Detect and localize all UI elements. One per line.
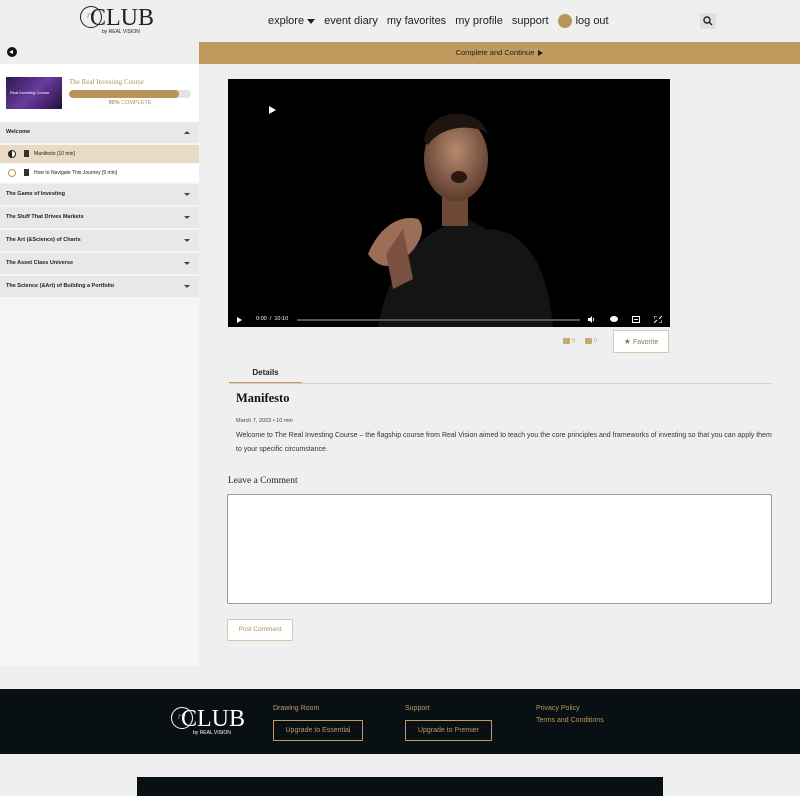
search-button[interactable] (700, 13, 716, 29)
nav-event-diary[interactable]: event diary (324, 15, 378, 27)
video-time: 0:00 / 10:10 (256, 316, 289, 322)
video-player[interactable]: 0:00 / 10:10 (228, 79, 670, 327)
nav-my-favorites[interactable]: my favorites (387, 15, 446, 27)
chevron-up-icon (184, 131, 190, 134)
chevron-down-icon (184, 193, 190, 196)
lesson-how-to-navigate[interactable]: How to Navigate This Journey [9 min] (0, 164, 199, 182)
club-logo[interactable]: rv CLUB by REAL VISION (80, 5, 154, 36)
section-welcome[interactable]: Welcome (0, 122, 199, 144)
nav-my-profile[interactable]: my profile (455, 15, 503, 27)
subtitles-icon[interactable] (632, 316, 640, 323)
footer-link-support[interactable]: Support (405, 705, 430, 712)
search-icon (703, 16, 713, 26)
lesson-meta: March 7, 2023 • 10 min (236, 418, 293, 424)
chevron-down-icon (184, 216, 190, 219)
play-icon[interactable] (237, 317, 242, 323)
progress-label: 90% COMPLETE (108, 100, 152, 106)
star-icon: ★ (623, 337, 631, 346)
video-controls: 0:00 / 10:10 (228, 313, 670, 327)
footer-link-terms[interactable]: Terms and Conditions (536, 717, 604, 724)
chevron-down-icon (184, 239, 190, 242)
course-title: The Real Investing Course (69, 78, 144, 86)
document-icon (24, 169, 29, 176)
section-asset-class-universe[interactable]: The Asset Class Universe (0, 253, 199, 275)
lesson-title: Manifesto (236, 391, 290, 405)
dislike-button[interactable]: 0 (585, 338, 597, 345)
big-play-icon[interactable] (269, 106, 276, 114)
back-arrow-icon[interactable] (7, 47, 17, 57)
video-seek-bar[interactable] (297, 319, 580, 321)
footer-logo[interactable]: rv CLUB by REAL VISION (171, 706, 245, 737)
document-icon (24, 150, 29, 157)
section-building-a-portfolio[interactable]: The Science (&Art) of Building a Portfol… (0, 276, 199, 298)
captions-bubble-icon[interactable] (610, 316, 618, 323)
section-game-of-investing[interactable]: The Game of Investing (0, 184, 199, 206)
nav-log-out[interactable]: log out (557, 14, 609, 28)
progress-fill (69, 90, 179, 98)
footer-link-drawing-room[interactable]: Drawing Room (273, 705, 319, 712)
section-art-of-charts[interactable]: The Art (&Science) of Charts (0, 230, 199, 252)
post-comment-button[interactable]: Post Comment (227, 619, 293, 641)
nav-support[interactable]: support (512, 15, 549, 27)
chevron-down-icon (307, 18, 316, 24)
footer-link-privacy-policy[interactable]: Privacy Policy (536, 705, 580, 712)
chevron-down-icon (184, 285, 190, 288)
site-footer: rv CLUB by REAL VISION Drawing Room Upgr… (0, 689, 800, 754)
tab-divider (229, 383, 771, 384)
chevron-down-icon (184, 262, 190, 265)
logo-byline: by REAL VISION (102, 29, 140, 35)
video-frame-image (368, 113, 553, 327)
complete-and-continue-button[interactable]: Complete and Continue (199, 42, 800, 64)
site-header: rv CLUB by REAL VISION explore event dia… (0, 0, 800, 42)
footer-logo-byline: by REAL VISION (193, 730, 231, 736)
favorite-button[interactable]: ★ Favorite (613, 330, 669, 353)
upgrade-premier-button[interactable]: Upgrade to Premier (405, 720, 492, 741)
nav-explore[interactable]: explore (268, 15, 316, 27)
bottom-banner (137, 777, 663, 796)
fullscreen-icon[interactable] (654, 316, 662, 323)
course-sidebar: Real Investing Course The Real Investing… (0, 64, 199, 666)
logo-name: CLUB (90, 5, 155, 31)
half-circle-icon (8, 150, 16, 158)
volume-icon[interactable] (588, 316, 596, 323)
course-thumbnail: Real Investing Course (6, 77, 62, 109)
lesson-description: Welcome to The Real Investing Course – t… (236, 432, 772, 453)
avatar (557, 14, 572, 28)
thumbs-down-icon (585, 338, 592, 344)
footer-logo-name: CLUB (181, 706, 246, 732)
thumbs-up-icon (563, 338, 570, 344)
comment-heading: Leave a Comment (228, 476, 298, 486)
comment-textarea[interactable] (227, 494, 772, 604)
course-card[interactable]: Real Investing Course The Real Investing… (0, 64, 199, 122)
course-progress-bar (69, 90, 191, 98)
tab-details[interactable]: Details (229, 364, 302, 384)
empty-circle-icon (8, 169, 16, 177)
main-nav: explore event diary my favorites my prof… (268, 14, 609, 28)
arrow-right-icon (538, 50, 544, 57)
upgrade-essential-button[interactable]: Upgrade to Essential (273, 720, 363, 741)
like-button[interactable]: 0 (563, 338, 575, 345)
section-stuff-that-drives-markets[interactable]: The Stuff That Drives Markets (0, 207, 199, 229)
lesson-manifesto[interactable]: Manifesto [10 min] (0, 145, 199, 163)
